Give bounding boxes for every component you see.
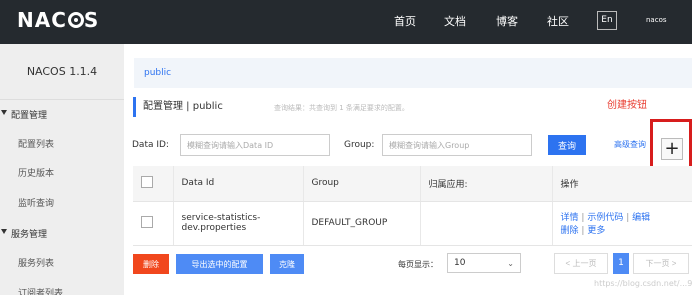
menu-group-config[interactable]: 配置管理 xyxy=(0,105,124,123)
nav-docs[interactable]: 文档 xyxy=(444,13,466,29)
clone-button[interactable]: 克隆 xyxy=(270,254,304,274)
user-name[interactable]: nacos xyxy=(646,16,667,24)
select-all-checkbox[interactable] xyxy=(141,175,153,188)
operations-cell: 详情 | 示例代码 | 编辑 删除 | 更多 xyxy=(552,201,692,246)
column-header-data-id: Data Id xyxy=(173,166,304,202)
row-select-cell xyxy=(133,201,174,246)
sidebar-item-history[interactable]: 历史版本 xyxy=(18,166,54,179)
data-id-search-input[interactable] xyxy=(180,134,330,156)
column-header-app: 归属应用: xyxy=(420,166,553,202)
column-header-group: Group xyxy=(303,166,421,202)
nav-home[interactable]: 首页 xyxy=(394,13,416,29)
detail-link[interactable]: 详情 xyxy=(561,213,579,223)
delete-link[interactable]: 删除 xyxy=(561,226,579,236)
separator: | xyxy=(626,213,630,223)
namespace-bar: public xyxy=(134,58,692,88)
sidebar-item-service-list[interactable]: 服务列表 xyxy=(18,256,54,269)
delete-button[interactable]: 删除 xyxy=(133,254,169,274)
column-header-operations: 操作 xyxy=(552,166,692,202)
prev-page-button[interactable]: < 上一页 xyxy=(554,253,608,274)
page-header: 配置管理 | public xyxy=(133,97,223,117)
data-id-label: Data ID: xyxy=(132,140,169,150)
sidebar-title: NACOS 1.1.4 xyxy=(0,44,124,100)
current-page-button[interactable]: 1 xyxy=(613,253,629,274)
menu-group-label: 服务管理 xyxy=(11,230,48,240)
group-cell: DEFAULT_GROUP xyxy=(303,201,421,246)
sidebar: NACOS 1.1.4 配置管理 配置列表 历史版本 监听查询 服务管理 服务列… xyxy=(0,44,124,295)
data-id-line: service-statistics- xyxy=(181,213,261,223)
table-header-row: Data Id Group 归属应用: 操作 xyxy=(133,166,692,202)
group-label: Group: xyxy=(344,140,375,150)
add-config-button[interactable]: + xyxy=(661,138,683,160)
advanced-query-link[interactable]: 高级查询 xyxy=(614,139,648,150)
edit-link[interactable]: 编辑 xyxy=(632,213,650,223)
select-all-cell xyxy=(133,166,174,202)
config-table: Data Id Group 归属应用: 操作 service-statistic… xyxy=(133,166,692,246)
nacos-logo[interactable]: NAC S xyxy=(17,8,99,32)
sidebar-item-listener-query[interactable]: 监听查询 xyxy=(18,196,54,209)
sidebar-item-config-list[interactable]: 配置列表 xyxy=(18,137,54,150)
page-size-label: 每页显示： xyxy=(398,260,438,269)
more-link[interactable]: 更多 xyxy=(587,226,605,236)
sidebar-item-subscribers[interactable]: 订阅者列表 xyxy=(18,286,63,295)
namespace-link-public[interactable]: public xyxy=(144,68,171,78)
page-size-value: 10 xyxy=(454,258,466,268)
create-button-annotation: 创建按钮 xyxy=(607,100,647,111)
export-selected-button[interactable]: 导出选中的配置 xyxy=(176,254,263,274)
chevron-down-icon: ⌄ xyxy=(507,259,514,268)
group-search-input[interactable] xyxy=(382,134,532,156)
top-navbar: NAC S 首页 文档 博客 社区 En nacos xyxy=(0,0,692,44)
nacos-console: NAC S 首页 文档 博客 社区 En nacos NACOS 1.1.4 配置… xyxy=(0,0,692,295)
query-button[interactable]: 查询 xyxy=(548,135,586,155)
separator: | xyxy=(581,213,585,223)
caret-down-icon xyxy=(1,229,7,234)
main-content: public 配置管理 | public 查询结果：共查询到 1 条满足要求的配… xyxy=(124,44,692,295)
logo-o-icon xyxy=(67,12,84,28)
menu-group-service[interactable]: 服务管理 xyxy=(0,224,124,242)
menu-group-label: 配置管理 xyxy=(11,111,48,121)
nav-blog[interactable]: 博客 xyxy=(496,13,518,29)
caret-down-icon xyxy=(1,110,7,115)
page-size-select[interactable]: 10 ⌄ xyxy=(447,253,521,273)
data-id-cell: service-statistics- dev.properties xyxy=(173,201,304,246)
app-cell xyxy=(420,201,553,246)
nav-community[interactable]: 社区 xyxy=(547,13,569,29)
data-id-line: dev.properties xyxy=(181,223,247,233)
separator: | xyxy=(581,226,585,236)
watermark: https://blog.csdn.net/...965736 xyxy=(594,279,692,288)
language-switch-button[interactable]: En xyxy=(597,11,617,30)
table-row: service-statistics- dev.properties DEFAU… xyxy=(133,201,692,246)
page-title: 配置管理 | public xyxy=(143,101,223,112)
next-page-button[interactable]: 下一页 > xyxy=(633,253,689,274)
sample-code-link[interactable]: 示例代码 xyxy=(587,213,623,223)
row-checkbox[interactable] xyxy=(141,215,153,228)
query-result-info: 查询结果：共查询到 1 条满足要求的配置。 xyxy=(274,104,409,112)
